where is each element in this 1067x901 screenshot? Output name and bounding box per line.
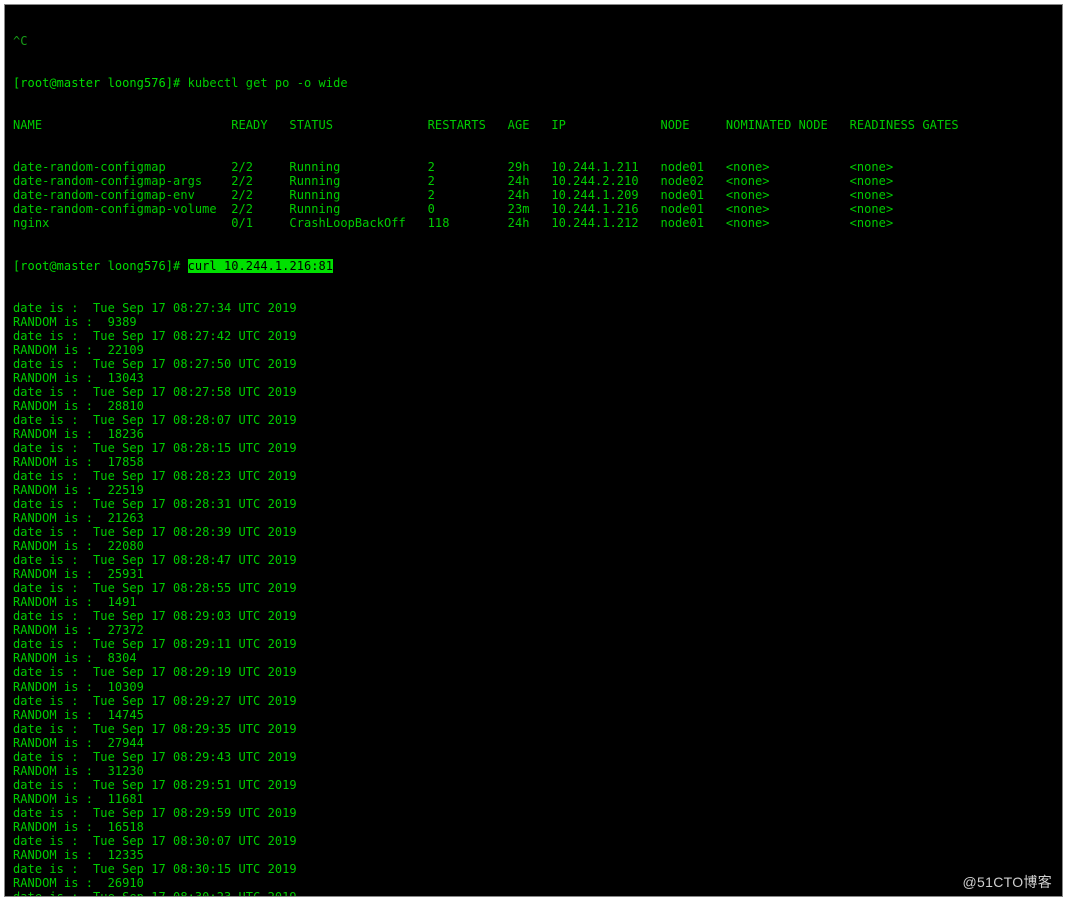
output-line: date is : Tue Sep 17 08:30:23 UTC 2019: [5, 890, 1062, 897]
output-line: RANDOM is : 27944: [5, 736, 1062, 750]
output-line: date is : Tue Sep 17 08:29:11 UTC 2019: [5, 637, 1062, 651]
watermark-label: @51CTO博客: [963, 874, 1052, 890]
output-line: date is : Tue Sep 17 08:29:51 UTC 2019: [5, 778, 1062, 792]
output-line: RANDOM is : 12335: [5, 848, 1062, 862]
output-line: date is : Tue Sep 17 08:28:39 UTC 2019: [5, 525, 1062, 539]
output-line: date is : Tue Sep 17 08:28:15 UTC 2019: [5, 441, 1062, 455]
output-line: date is : Tue Sep 17 08:28:55 UTC 2019: [5, 581, 1062, 595]
table-header: NAME READY STATUS RESTARTS AGE IP NODE N…: [5, 118, 1062, 132]
output-line: RANDOM is : 18236: [5, 427, 1062, 441]
output-line: RANDOM is : 26910: [5, 876, 1062, 890]
output-line: RANDOM is : 9389: [5, 315, 1062, 329]
output-line: RANDOM is : 27372: [5, 623, 1062, 637]
table-row: date-random-configmap-env 2/2 Running 2 …: [5, 188, 1062, 202]
shell-prompt: [root@master loong576]#: [13, 259, 188, 273]
output-line: RANDOM is : 28810: [5, 399, 1062, 413]
output-line: RANDOM is : 10309: [5, 680, 1062, 694]
output-line: RANDOM is : 22080: [5, 539, 1062, 553]
prompt-line-2: [root@master loong576]# curl 10.244.1.21…: [5, 259, 1062, 273]
output-line: RANDOM is : 16518: [5, 820, 1062, 834]
output-line: RANDOM is : 8304: [5, 651, 1062, 665]
output-line: date is : Tue Sep 17 08:30:15 UTC 2019: [5, 862, 1062, 876]
output-line: date is : Tue Sep 17 08:28:23 UTC 2019: [5, 469, 1062, 483]
output-line: date is : Tue Sep 17 08:27:34 UTC 2019: [5, 301, 1062, 315]
shell-prompt: [root@master loong576]#: [13, 76, 188, 90]
output-line: date is : Tue Sep 17 08:28:47 UTC 2019: [5, 553, 1062, 567]
output-line: RANDOM is : 17858: [5, 455, 1062, 469]
output-line: RANDOM is : 31230: [5, 764, 1062, 778]
output-line: RANDOM is : 22109: [5, 343, 1062, 357]
output-line: date is : Tue Sep 17 08:28:07 UTC 2019: [5, 413, 1062, 427]
output-line: date is : Tue Sep 17 08:28:31 UTC 2019: [5, 497, 1062, 511]
output-line: RANDOM is : 1491: [5, 595, 1062, 609]
top-fragment: ^C: [5, 34, 1062, 48]
output-line: date is : Tue Sep 17 08:29:59 UTC 2019: [5, 806, 1062, 820]
output-line: date is : Tue Sep 17 08:27:50 UTC 2019: [5, 357, 1062, 371]
table-row: date-random-configmap 2/2 Running 2 29h …: [5, 160, 1062, 174]
output-line: RANDOM is : 13043: [5, 371, 1062, 385]
terminal-window[interactable]: ^C [root@master loong576]# kubectl get p…: [4, 4, 1063, 897]
output-line: RANDOM is : 22519: [5, 483, 1062, 497]
table-row: nginx 0/1 CrashLoopBackOff 118 24h 10.24…: [5, 216, 1062, 230]
output-line: date is : Tue Sep 17 08:29:19 UTC 2019: [5, 665, 1062, 679]
output-line: date is : Tue Sep 17 08:27:58 UTC 2019: [5, 385, 1062, 399]
output-line: RANDOM is : 14745: [5, 708, 1062, 722]
output-line: RANDOM is : 21263: [5, 511, 1062, 525]
command-text-highlighted: curl 10.244.1.216:81: [188, 259, 334, 273]
output-line: date is : Tue Sep 17 08:29:27 UTC 2019: [5, 694, 1062, 708]
output-line: date is : Tue Sep 17 08:29:35 UTC 2019: [5, 722, 1062, 736]
command-text: kubectl get po -o wide: [188, 76, 348, 90]
output-line: RANDOM is : 25931: [5, 567, 1062, 581]
output-line: RANDOM is : 11681: [5, 792, 1062, 806]
prompt-line-1: [root@master loong576]# kubectl get po -…: [5, 76, 1062, 90]
table-row: date-random-configmap-volume 2/2 Running…: [5, 202, 1062, 216]
output-line: date is : Tue Sep 17 08:29:43 UTC 2019: [5, 750, 1062, 764]
output-line: date is : Tue Sep 17 08:29:03 UTC 2019: [5, 609, 1062, 623]
output-line: date is : Tue Sep 17 08:27:42 UTC 2019: [5, 329, 1062, 343]
table-row: date-random-configmap-args 2/2 Running 2…: [5, 174, 1062, 188]
output-line: date is : Tue Sep 17 08:30:07 UTC 2019: [5, 834, 1062, 848]
